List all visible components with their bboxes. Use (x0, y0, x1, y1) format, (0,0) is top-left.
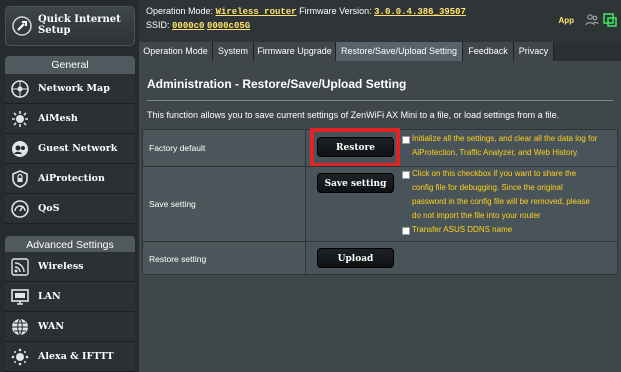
status-line-1: Operation Mode: Wireless router Firmware… (146, 6, 466, 17)
settings-table: Factory default Restore Initialize all t… (142, 128, 618, 275)
transfer-ddns-checkbox[interactable] (402, 227, 410, 235)
ssid-24g-link[interactable]: 0000c0 (172, 21, 204, 31)
users-icon[interactable] (585, 13, 599, 27)
page-description: This function allows you to save current… (147, 110, 560, 120)
tab-bar: Operation Mode System Firmware Upgrade R… (139, 42, 621, 61)
main-content: Administration - Restore/Save/Upload Set… (139, 61, 621, 372)
title-divider (147, 100, 613, 101)
upload-button[interactable]: Upload (317, 248, 394, 268)
usb-device-icon[interactable] (603, 13, 617, 27)
restore-button[interactable]: Restore (317, 137, 394, 157)
firmware-version-link[interactable]: 3.0.0.4.386_39507 (374, 7, 466, 17)
sidebar-item-lan[interactable]: LAN (5, 282, 135, 312)
page-title: Administration - Restore/Save/Upload Set… (147, 77, 407, 91)
restore-setting-row: Restore setting Upload (142, 241, 618, 275)
factory-default-label: Factory default (149, 143, 206, 153)
sidebar-item-network-map[interactable]: Network Map (5, 74, 135, 104)
sidebar-item-aiprotection[interactable]: AiProtection (5, 164, 135, 194)
quick-internet-setup-button[interactable]: Quick Internet Setup (5, 6, 135, 46)
tab-operation-mode[interactable]: Operation Mode (139, 42, 213, 61)
general-header: General (5, 56, 135, 76)
network-map-icon (11, 80, 29, 98)
save-note-line-1: Click on this checkbox if you want to sh… (412, 169, 577, 178)
wan-icon (12, 318, 28, 336)
tab-firmware-upgrade[interactable]: Firmware Upgrade (254, 42, 336, 61)
quick-setup-icon (12, 16, 32, 36)
sidebar: Quick Internet Setup General Network Map … (0, 0, 139, 372)
factory-note-line-2: AiProtection, Traffic Analyzer, and Web … (412, 148, 579, 157)
wireless-icon (11, 258, 29, 276)
save-note-line-3: password in the config file will be remo… (412, 197, 590, 206)
save-setting-label: Save setting (149, 199, 196, 209)
advanced-nav: Wireless LAN WAN Alexa & IFTTT (5, 252, 135, 372)
operation-mode-link[interactable]: Wireless router (216, 7, 297, 17)
sidebar-item-guest-network[interactable]: Guest Network (5, 134, 135, 164)
tab-system[interactable]: System (213, 42, 254, 61)
app-link[interactable]: App (558, 16, 574, 25)
tab-privacy[interactable]: Privacy (514, 42, 554, 61)
sidebar-item-wireless[interactable]: Wireless (5, 252, 135, 282)
status-bar: Operation Mode: Wireless router Firmware… (139, 0, 621, 42)
tab-feedback[interactable]: Feedback (463, 42, 514, 61)
qos-icon (11, 200, 29, 218)
status-line-2: SSID: 0000c0 0000c05G (146, 20, 251, 31)
aimesh-icon (12, 111, 28, 127)
sidebar-item-wan[interactable]: WAN (5, 312, 135, 342)
save-note-line-2: config file for debugging. Since the ori… (412, 183, 563, 192)
lan-icon (11, 289, 29, 305)
factory-default-row: Factory default Restore Initialize all t… (142, 128, 618, 167)
save-setting-row: Save setting Save setting Click on this … (142, 166, 618, 241)
sidebar-item-qos[interactable]: QoS (5, 194, 135, 224)
sidebar-item-aimesh[interactable]: AiMesh (5, 104, 135, 134)
alexa-icon (11, 348, 29, 366)
sidebar-item-alexa-ifttt[interactable]: Alexa & IFTTT (5, 342, 135, 372)
factory-note-marker (402, 136, 410, 144)
general-nav: Network Map AiMesh Guest Network AiProte… (5, 74, 135, 224)
share-config-checkbox[interactable] (402, 171, 410, 179)
save-setting-button[interactable]: Save setting (317, 173, 394, 193)
aiprotection-icon (12, 170, 28, 188)
quick-setup-label: Quick Internet Setup (38, 14, 121, 36)
guest-network-icon (12, 141, 28, 157)
restore-setting-label: Restore setting (149, 254, 207, 264)
tab-restore-save-upload[interactable]: Restore/Save/Upload Setting (336, 42, 463, 61)
factory-note-line-1: Initialize all the settings, and clear a… (412, 134, 598, 143)
transfer-ddns-label: Transfer ASUS DDNS name (412, 225, 513, 234)
save-note-line-4: do not import the file into your router (412, 211, 541, 220)
ssid-5g-link[interactable]: 0000c05G (207, 21, 250, 31)
